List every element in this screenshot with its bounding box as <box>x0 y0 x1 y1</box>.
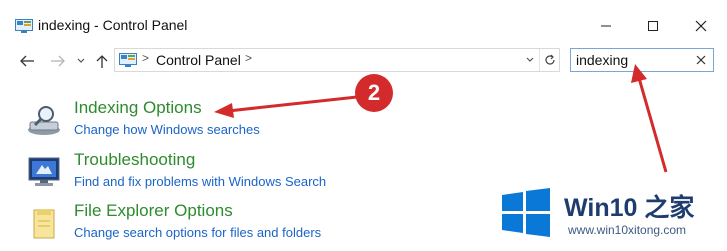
troubleshooting-icon <box>26 156 62 188</box>
refresh-button[interactable] <box>539 49 559 71</box>
result-file-explorer-options[interactable]: File Explorer Options Change search opti… <box>22 201 442 251</box>
chevron-down-icon <box>526 57 534 62</box>
navigation-bar: > Control Panel > indexing <box>0 46 727 76</box>
control-panel-icon <box>15 19 33 33</box>
indexing-options-icon <box>26 104 62 136</box>
close-button[interactable] <box>686 12 716 40</box>
watermark-logo: Win10 之家 www.win10xitong.com <box>492 183 727 251</box>
maximize-button[interactable] <box>638 12 668 40</box>
result-troubleshooting[interactable]: Troubleshooting Find and fix problems wi… <box>22 150 442 200</box>
breadcrumb-separator[interactable]: > <box>245 51 252 65</box>
result-title[interactable]: File Explorer Options <box>74 201 233 221</box>
result-link[interactable]: Change how Windows searches <box>74 122 260 137</box>
step-number-badge: 2 <box>355 74 393 112</box>
title-bar: indexing - Control Panel <box>0 0 727 46</box>
result-link[interactable]: Find and fix problems with Windows Searc… <box>74 174 326 189</box>
recent-locations-button[interactable] <box>74 50 88 72</box>
maximize-icon <box>648 21 658 31</box>
watermark-brand: Win10 之家 <box>564 194 695 222</box>
window-title: indexing - Control Panel <box>38 17 188 33</box>
search-query: indexing <box>576 52 629 68</box>
minimize-icon <box>601 25 611 27</box>
address-history-button[interactable] <box>523 52 537 68</box>
up-button[interactable] <box>92 50 112 72</box>
clear-search-button[interactable] <box>692 51 710 69</box>
folder-options-icon <box>26 207 62 239</box>
up-arrow-icon <box>96 55 108 68</box>
watermark-url: www.win10xitong.com <box>568 223 687 237</box>
result-title[interactable]: Troubleshooting <box>74 150 195 170</box>
refresh-icon <box>544 54 555 65</box>
result-link[interactable]: Change search options for files and fold… <box>74 225 321 240</box>
chevron-down-icon <box>77 58 85 63</box>
arrow-to-search-box <box>637 77 668 173</box>
breadcrumb-separator[interactable]: > <box>142 51 149 65</box>
close-icon <box>696 55 706 65</box>
minimize-button[interactable] <box>591 12 621 40</box>
forward-arrow-icon <box>51 55 65 67</box>
result-title[interactable]: Indexing Options <box>74 98 202 118</box>
windows-logo-icon <box>500 186 552 238</box>
forward-button[interactable] <box>47 50 69 72</box>
close-icon <box>695 20 707 32</box>
address-bar[interactable]: > Control Panel > <box>114 48 560 72</box>
control-panel-icon <box>119 53 137 67</box>
breadcrumb-control-panel[interactable]: Control Panel <box>156 52 241 68</box>
search-input[interactable]: indexing <box>570 48 714 72</box>
back-button[interactable] <box>16 50 38 72</box>
back-arrow-icon <box>20 55 34 67</box>
